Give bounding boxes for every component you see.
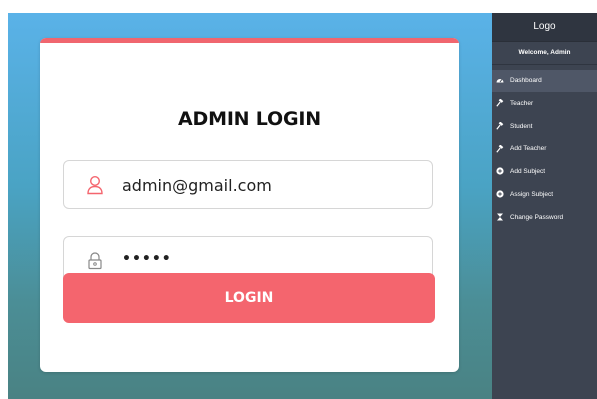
- circle-plus-icon: [496, 167, 504, 176]
- email-field[interactable]: [63, 160, 433, 209]
- sidebar-item-change-password[interactable]: Change Password: [492, 207, 597, 229]
- logo[interactable]: Logo: [492, 13, 597, 42]
- sidebar-item-label: Change Password: [510, 213, 564, 221]
- user-icon: [86, 175, 104, 195]
- gavel-icon: [496, 144, 504, 153]
- sidebar-item-label: Assign Subject: [510, 190, 553, 198]
- sidebar-item-add-subject[interactable]: Add Subject: [492, 161, 597, 183]
- circle-plus-icon: [496, 190, 504, 198]
- sidebar: Logo Welcome, Admin Dashboard Teacher St…: [492, 13, 597, 399]
- sidebar-item-assign-subject[interactable]: Assign Subject: [492, 184, 597, 206]
- gavel-icon: [496, 121, 504, 130]
- sidebar-item-label: Teacher: [510, 99, 534, 107]
- dashboard-icon: [496, 76, 504, 84]
- sidebar-item-student[interactable]: Student: [492, 116, 597, 138]
- password-input[interactable]: [122, 243, 412, 275]
- welcome-text: Welcome, Admin: [492, 42, 597, 65]
- login-card: ADMIN LOGIN LOGIN: [40, 38, 459, 372]
- sidebar-item-label: Add Subject: [510, 168, 546, 176]
- email-input[interactable]: [122, 169, 412, 201]
- sidebar-item-add-teacher[interactable]: Add Teacher: [492, 138, 597, 160]
- lock-icon: [86, 251, 104, 271]
- sidebar-item-label: Dashboard: [510, 77, 542, 84]
- sidebar-item-teacher[interactable]: Teacher: [492, 93, 597, 115]
- card-accent-bar: [40, 38, 459, 43]
- hourglass-icon: [496, 213, 504, 221]
- sidebar-item-label: Add Teacher: [510, 145, 547, 153]
- sidebar-menu: Dashboard Teacher Student Add Teacher Ad…: [492, 65, 597, 229]
- page-title: ADMIN LOGIN: [178, 108, 321, 130]
- sidebar-item-label: Student: [510, 122, 533, 130]
- gavel-icon: [496, 99, 504, 107]
- sidebar-item-dashboard[interactable]: Dashboard: [492, 70, 597, 92]
- login-button[interactable]: LOGIN: [63, 273, 435, 323]
